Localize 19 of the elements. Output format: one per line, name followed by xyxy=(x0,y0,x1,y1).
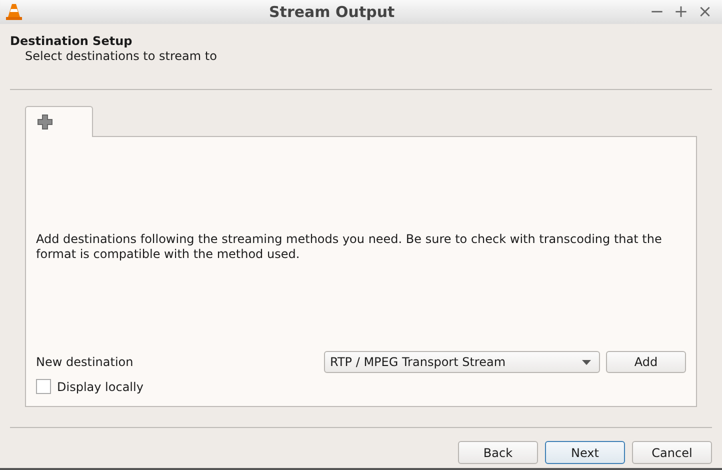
dialog-button[interactable]: Back xyxy=(458,441,538,464)
caret-icon xyxy=(582,360,591,364)
dialog-button[interactable]: Cancel xyxy=(632,441,712,464)
add-tab[interactable] xyxy=(25,106,93,137)
plus-icon xyxy=(37,114,53,130)
window-control-button[interactable]: − xyxy=(646,2,668,22)
destination-dropdown[interactable]: RTP / MPEG Transport Stream xyxy=(324,351,600,373)
checkbox[interactable] xyxy=(36,379,51,394)
add-button[interactable]: Add xyxy=(606,351,686,373)
checkbox-label: Display locally xyxy=(57,380,144,394)
field-label: New destination xyxy=(36,355,134,369)
window-control-button[interactable]: + xyxy=(670,2,692,22)
dialog-button[interactable]: Next xyxy=(545,441,625,464)
section-title: Destination Setup xyxy=(10,34,134,48)
section-subtitle: Select destinations to stream to xyxy=(25,49,218,63)
traffic-cone-icon xyxy=(6,3,22,21)
window-title: Stream Output xyxy=(269,3,395,21)
description-text: Add destinations following the streaming methods you need. Be sure to check with transcoding that the format is compatible with the method used. xyxy=(36,232,663,262)
window-control-button[interactable]: × xyxy=(694,2,716,22)
